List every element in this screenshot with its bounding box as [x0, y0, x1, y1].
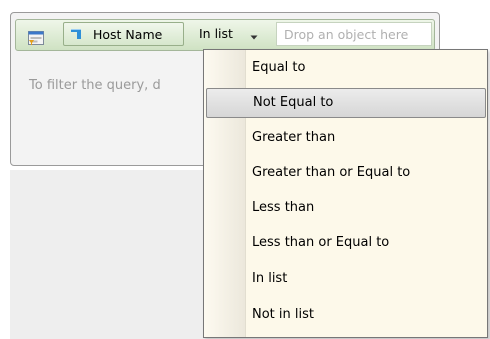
menu-item-label: In list — [252, 271, 288, 286]
menu-item-in-list[interactable]: In list — [206, 265, 486, 295]
operator-selected-value: In list — [199, 26, 233, 41]
query-filter-icon[interactable] — [28, 31, 44, 45]
menu-item-greater-than-or-equal-to[interactable]: Greater than or Equal to — [206, 159, 486, 189]
chevron-down-icon[interactable] — [250, 35, 258, 40]
operator-dropdown[interactable]: In list — [196, 22, 268, 46]
menu-item-less-than[interactable]: Less than — [206, 194, 486, 224]
operand-drop-zone[interactable]: Drop an object here — [276, 22, 432, 46]
menu-item-label: Less than or Equal to — [252, 235, 390, 250]
menu-item-greater-than[interactable]: Greater than — [206, 124, 486, 154]
dimension-object-icon — [71, 29, 81, 39]
object-label: Host Name — [93, 27, 163, 42]
menu-item-not-equal-to[interactable]: Not Equal to — [206, 88, 486, 118]
menu-item-label: Not Equal to — [253, 95, 334, 110]
menu-item-label: Greater than or Equal to — [252, 165, 411, 180]
menu-item-label: Less than — [252, 200, 315, 215]
menu-item-label: Greater than — [252, 130, 336, 145]
filter-hint-text: To filter the query, d — [29, 78, 161, 93]
host-name-object-chip[interactable]: Host Name — [63, 22, 184, 46]
menu-item-label: Not in list — [252, 307, 314, 322]
operator-menu[interactable]: Equal to Not Equal to Greater than Great… — [203, 49, 488, 338]
menu-item-label: Equal to — [252, 60, 306, 75]
menu-item-less-than-or-equal-to[interactable]: Less than or Equal to — [206, 229, 486, 259]
drop-zone-placeholder: Drop an object here — [284, 27, 409, 42]
menu-item-equal-to[interactable]: Equal to — [206, 54, 486, 84]
menu-item-not-in-list[interactable]: Not in list — [206, 301, 486, 331]
